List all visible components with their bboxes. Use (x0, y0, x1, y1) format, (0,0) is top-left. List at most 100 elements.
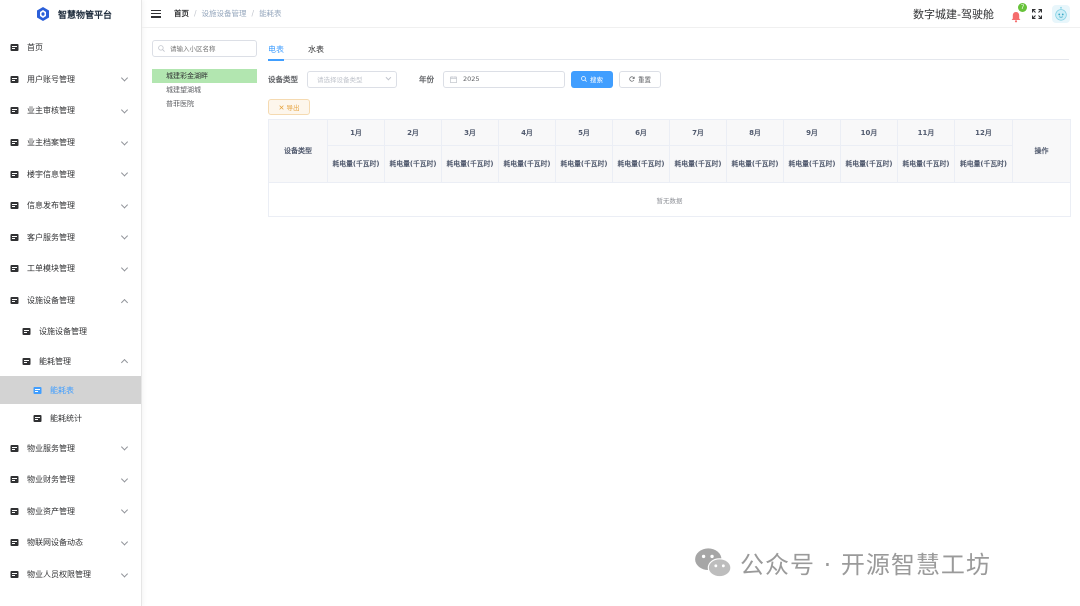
tree-node[interactable]: 城建彩金湖畔 (152, 69, 257, 83)
col-month: 5月 (555, 119, 613, 146)
year-picker[interactable]: 2025 (443, 70, 565, 88)
col-device-type: 设备类型 (268, 119, 328, 183)
sidebar-item[interactable]: 业主审核管理 (0, 95, 141, 127)
sidebar-item-label: 首页 (27, 43, 43, 53)
sidebar-item[interactable]: 能耗管理 (0, 346, 141, 376)
search-button[interactable]: 搜索 (571, 70, 613, 88)
breadcrumb-separator: / (194, 9, 197, 18)
sidebar-item[interactable]: 首页 (0, 32, 141, 64)
owner-audit-icon (10, 107, 19, 115)
sidebar-item[interactable]: 设施设备管理 (0, 285, 141, 317)
logo[interactable]: 智慧物管平台 (0, 0, 141, 28)
col-month: 3月 (441, 119, 499, 146)
menu-toggle-icon[interactable] (151, 9, 161, 18)
user-account-icon (10, 75, 19, 83)
sidebar-item-label: 客户服务管理 (27, 232, 75, 242)
logo-icon (37, 7, 49, 21)
chevron-down-icon (120, 201, 129, 209)
main-content: 电表 水表 设备类型 请选择设备类型 年份 2025 搜索 重置 导出 设备类型… (268, 40, 1071, 217)
iot-icon (10, 539, 19, 547)
col-unit: 耗电量(千瓦时) (783, 145, 841, 183)
sidebar-item[interactable]: 物联网设备动态 (0, 527, 141, 559)
org-name[interactable]: 数字城建-驾驶舱 (913, 6, 994, 22)
sidebar-item[interactable]: 能耗表 (0, 376, 141, 405)
sidebar-item[interactable]: 业主档案管理 (0, 127, 141, 159)
device-type-select[interactable]: 请选择设备类型 (307, 70, 397, 88)
search-button-label: 搜索 (590, 76, 603, 84)
watermark-text: 公众号 · 开源智慧工坊 (740, 551, 991, 579)
sidebar-item[interactable]: 能耗统计 (0, 404, 141, 432)
tree-node[interactable]: 城建望湖城 (152, 83, 257, 97)
breadcrumb-current: 能耗表 (259, 9, 282, 18)
chevron-down-icon (120, 443, 129, 451)
sidebar-item-label: 用户账号管理 (27, 74, 75, 84)
table-row: 暂无数据 (268, 182, 1071, 217)
breadcrumb-separator: / (251, 9, 255, 18)
export-button-label: 导出 (286, 104, 300, 112)
col-month: 7月 (669, 119, 727, 146)
breadcrumb-home[interactable]: 首页 (174, 8, 189, 19)
dashboard-icon (10, 44, 19, 52)
sidebar-item-label: 物业服务管理 (27, 443, 75, 453)
permission-icon (10, 571, 19, 579)
sidebar-item[interactable]: 物业财务管理 (0, 464, 141, 496)
tree-node[interactable]: 普菲医院 (152, 97, 257, 111)
breadcrumb: 首页 / 设施设备管理 / 能耗表 (174, 8, 282, 19)
chevron-down-icon (120, 106, 129, 114)
bell-icon (1011, 12, 1021, 23)
sidebar-item[interactable]: 物业人员权限管理 (0, 559, 141, 591)
sidebar-item[interactable]: 工单模块管理 (0, 253, 141, 285)
col-action: 操作 (1012, 119, 1071, 183)
energy-table: 设备类型 1月 2月 3月 4月 5月 6月 7月 8月 9月 10月 11月 12月 操作 耗电量(千… (268, 119, 1071, 217)
sidebar-item-label: 业主审核管理 (27, 106, 75, 116)
sidebar: 智慧物管平台 首页用户账号管理 业主审核管理业主档案管理楼宇信息管理信息发布管理客… (0, 0, 142, 606)
owner-archive-icon (10, 139, 19, 147)
meter-table-icon (33, 386, 42, 394)
sidebar-item-label: 工单模块管理 (27, 264, 75, 274)
chevron-down-icon (120, 169, 129, 177)
chevron-down-icon (120, 506, 129, 514)
export-button[interactable]: 导出 (268, 99, 310, 115)
sidebar-item[interactable]: 楼宇信息管理 (0, 158, 141, 190)
reset-button[interactable]: 重置 (619, 70, 661, 88)
filter-bar: 设备类型 请选择设备类型 年份 2025 搜索 重置 (268, 70, 1069, 88)
tab-electric-meter[interactable]: 电表 (268, 40, 284, 61)
header-right: 数字城建-驾驶舱 7 (913, 0, 1070, 28)
refresh-icon (629, 76, 635, 82)
sidebar-item[interactable]: 用户账号管理 (0, 64, 141, 96)
fullscreen-icon[interactable] (1032, 9, 1042, 19)
sidebar-item[interactable]: 设施设备管理 (0, 316, 141, 346)
sidebar-item[interactable]: 物业服务管理 (0, 432, 141, 464)
sidebar-item[interactable]: 客户服务管理 (0, 222, 141, 254)
search-icon (158, 45, 165, 52)
sidebar-item-label: 能耗管理 (39, 356, 71, 366)
sidebar-item[interactable]: 信息发布管理 (0, 190, 141, 222)
col-unit: 耗电量(千瓦时) (897, 145, 955, 183)
breadcrumb-equipment: 设施设备管理 (201, 9, 247, 18)
equipment-icon (10, 297, 19, 305)
year-label: 年份 (419, 74, 434, 84)
watermark: 公众号 · 开源智慧工坊 (694, 545, 991, 580)
sidebar-item-label: 楼宇信息管理 (27, 169, 75, 179)
chevron-down-icon (120, 538, 129, 546)
sidebar-item-label: 物业财务管理 (27, 475, 75, 485)
col-unit: 耗电量(千瓦时) (669, 145, 727, 183)
sidebar-item-label: 物联网设备动态 (27, 538, 83, 548)
community-tree: 城建彩金湖畔 城建望湖城 普菲医院 (152, 69, 257, 111)
building-icon (10, 170, 19, 178)
col-month: 2月 (384, 119, 442, 146)
app-title: 智慧物管平台 (58, 10, 113, 21)
tab-water-meter[interactable]: 水表 (308, 40, 324, 60)
col-unit: 耗电量(千瓦时) (327, 145, 385, 183)
col-month: 9月 (783, 119, 841, 146)
community-search[interactable] (152, 40, 257, 57)
notification-bell[interactable]: 7 (1010, 3, 1027, 23)
sidebar-item[interactable]: 物业资产管理 (0, 496, 141, 528)
user-avatar[interactable] (1052, 5, 1070, 23)
col-unit: 耗电量(千瓦时) (840, 145, 898, 183)
col-unit: 耗电量(千瓦时) (384, 145, 442, 183)
year-value: 2025 (463, 75, 480, 83)
community-search-input[interactable] (170, 44, 250, 53)
chevron-down-icon (120, 569, 129, 578)
equipment-sub-icon (22, 327, 31, 335)
